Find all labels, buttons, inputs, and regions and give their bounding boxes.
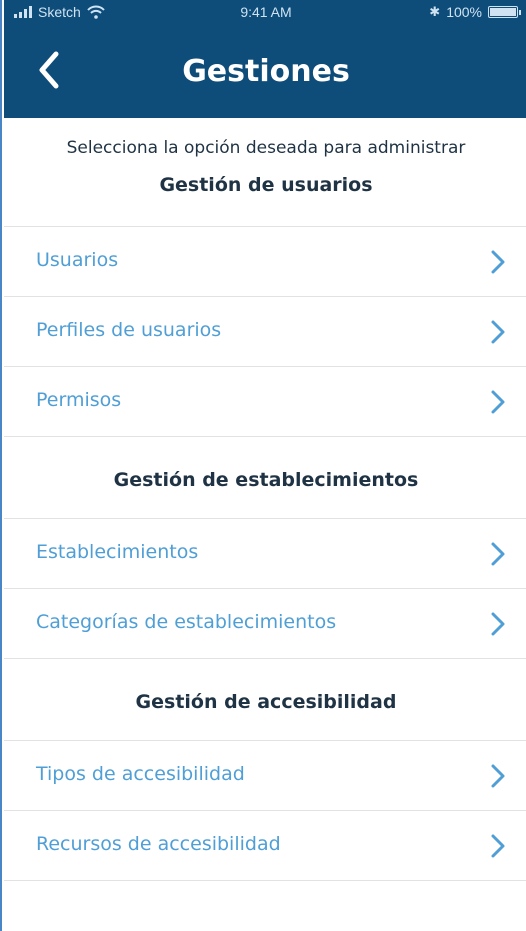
top-bar: Sketch 9:41 AM ✱ 100% Gestiones [4, 0, 526, 118]
page-title: Gestiones [182, 54, 350, 89]
status-bar: Sketch 9:41 AM ✱ 100% [4, 0, 526, 28]
chevron-right-icon [491, 612, 505, 636]
section-heading-usuarios: Gestión de usuarios [4, 152, 526, 227]
list-item-label: Recursos de accesibilidad [36, 833, 281, 855]
chevron-right-icon [491, 542, 505, 566]
chevron-right-icon [491, 764, 505, 788]
battery-percent: 100% [446, 4, 482, 20]
status-right: ✱ 100% [429, 4, 521, 20]
list-item-recursos-accesibilidad[interactable]: Recursos de accesibilidad [4, 811, 526, 881]
list-item-permisos[interactable]: Permisos [4, 367, 526, 437]
list-item-label: Permisos [36, 389, 122, 411]
list-item-tipos-accesibilidad[interactable]: Tipos de accesibilidad [4, 741, 526, 811]
chevron-right-icon [491, 250, 505, 274]
list-item-label: Perfiles de usuarios [36, 319, 222, 341]
app-frame: Sketch 9:41 AM ✱ 100% Gestiones Seleccio… [0, 0, 526, 931]
battery-icon [488, 6, 521, 18]
intro-text: Selecciona la opción deseada para admini… [66, 138, 466, 158]
chevron-right-icon [491, 390, 505, 414]
section-heading-accesibilidad: Gestión de accesibilidad [4, 659, 526, 741]
list-item-establecimientos[interactable]: Establecimientos [4, 519, 526, 589]
chevron-right-icon [491, 320, 505, 344]
list-item-label: Usuarios [36, 249, 119, 271]
list-item-usuarios[interactable]: Usuarios [4, 227, 526, 297]
list-item-perfiles-usuarios[interactable]: Perfiles de usuarios [4, 297, 526, 367]
chevron-right-icon [491, 834, 505, 858]
list-item-label: Tipos de accesibilidad [36, 763, 245, 785]
nav-bar: Gestiones [4, 28, 526, 118]
section-heading-establecimientos: Gestión de establecimientos [4, 437, 526, 519]
list-item-label: Categorías de establecimientos [36, 611, 337, 633]
bluetooth-icon: ✱ [429, 4, 441, 19]
list-item-label: Establecimientos [36, 541, 199, 563]
main-content: Selecciona la opción deseada para admini… [4, 118, 526, 881]
list-item-categorias-establecimientos[interactable]: Categorías de establecimientos [4, 589, 526, 659]
